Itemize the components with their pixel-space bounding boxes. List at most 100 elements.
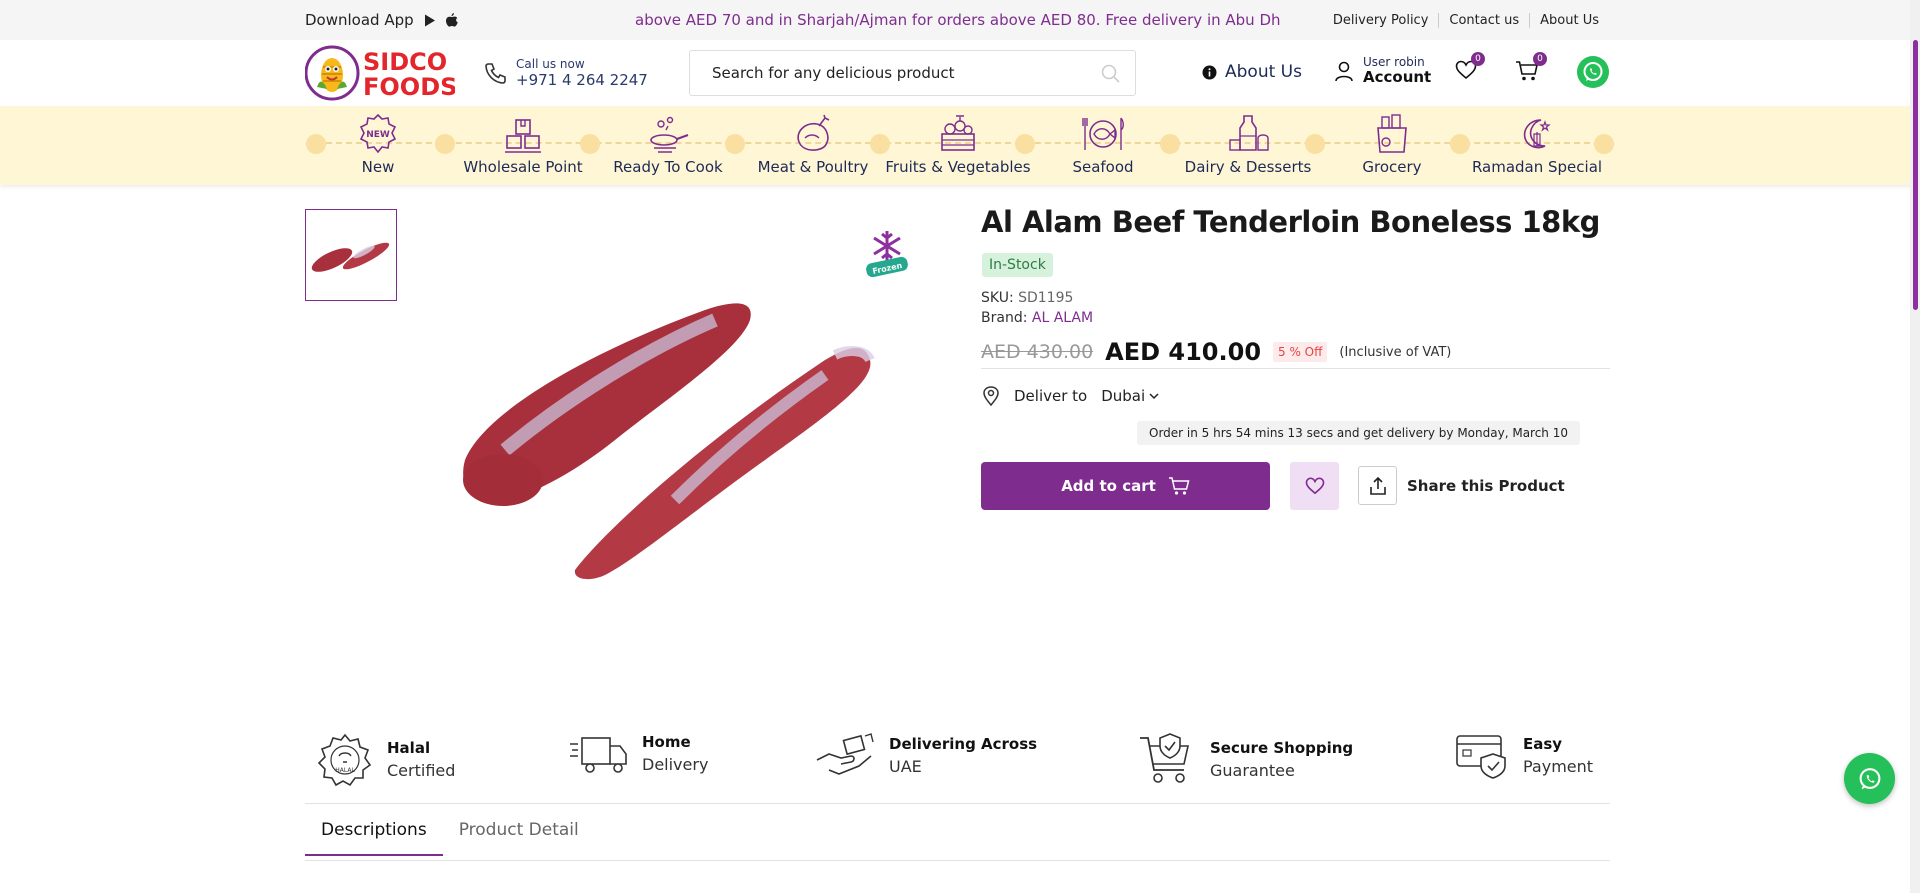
share-product-button[interactable]: Share this Product: [1358, 466, 1565, 505]
feature-payment-sub: Payment: [1523, 757, 1594, 776]
product-tabs: Descriptions Product Detail: [305, 806, 595, 856]
city-value: Dubai: [1101, 387, 1146, 405]
phone-icon: [485, 63, 506, 84]
tabs-divider: [305, 860, 1610, 861]
whatsapp-float-button[interactable]: [1844, 753, 1895, 804]
delivery-policy-link[interactable]: Delivery Policy: [1323, 13, 1439, 28]
account-label: Account: [1363, 68, 1432, 86]
wishlist-button[interactable]: 0: [1455, 52, 1485, 84]
category-ready-to-cook[interactable]: Ready To Cook: [593, 112, 743, 176]
svg-text:NEW: NEW: [366, 130, 390, 140]
location-pin-icon: [983, 386, 999, 406]
secure-cart-icon: [1140, 733, 1189, 783]
dairy-icon: [1229, 115, 1269, 151]
brand-link[interactable]: AL ALAM: [1032, 310, 1093, 326]
frozen-product-badge: Frozen: [862, 228, 912, 286]
scrollbar-thumb[interactable]: [1913, 40, 1918, 310]
about-us-link[interactable]: About Us: [1529, 13, 1609, 28]
category-seafood-label: Seafood: [1072, 158, 1134, 176]
feature-halal-title: Halal: [387, 739, 431, 757]
share-label: Share this Product: [1407, 476, 1565, 495]
top-links: Delivery Policy Contact us About Us: [1323, 13, 1609, 28]
new-badge-icon: NEW: [359, 113, 397, 154]
features-divider: [305, 803, 1610, 804]
feature-payment-title: Easy: [1523, 735, 1563, 753]
category-ramadan-label: Ramadan Special: [1471, 158, 1603, 176]
cart-icon: [1168, 477, 1190, 495]
whatsapp-header-button[interactable]: [1577, 56, 1609, 88]
call-label: Call us now: [516, 57, 585, 71]
fish-plate-icon: [1082, 117, 1124, 150]
category-grocery[interactable]: Grocery: [1317, 112, 1467, 176]
deliver-to: Deliver to Dubai: [982, 386, 1159, 406]
price-row: AED 430.00 AED 410.00 5 % Off (Inclusive…: [981, 338, 1451, 366]
chevron-down-icon: [1149, 393, 1159, 400]
page: Download App above AED 70 and in Sharjah…: [0, 0, 1920, 893]
download-app-label: Download App: [305, 11, 414, 29]
about-us-button[interactable]: About Us: [1202, 62, 1302, 82]
category-new-label: New: [361, 158, 395, 176]
current-price: AED 410.00: [1105, 338, 1262, 366]
boxes-icon: [505, 119, 541, 153]
info-icon: [1202, 65, 1217, 79]
category-wholesale-point[interactable]: Wholesale Point: [448, 112, 598, 176]
brand-row: Brand: AL ALAM: [981, 310, 1093, 326]
feature-easy-payment: Easy Payment: [1455, 732, 1593, 780]
user-icon: [1335, 61, 1353, 82]
download-app: Download App: [305, 11, 458, 29]
category-wholesale-label: Wholesale Point: [463, 158, 583, 176]
category-dairy-desserts[interactable]: Dairy & Desserts: [1173, 112, 1323, 176]
add-to-wishlist-button[interactable]: [1290, 462, 1339, 510]
whatsapp-icon: [1859, 767, 1880, 789]
sku-row: SKU: SD1195: [981, 290, 1073, 306]
feature-delivery-title: Home: [642, 733, 691, 751]
feature-halal: HALAL Halal Certified: [317, 732, 455, 788]
discount-badge: 5 % Off: [1273, 342, 1328, 362]
cart-count: 0: [1533, 52, 1547, 66]
tab-product-detail[interactable]: Product Detail: [443, 806, 595, 856]
apple-icon[interactable]: [445, 13, 458, 27]
category-meat-poultry-label: Meat & Poultry: [757, 158, 869, 176]
feature-secure-shopping: Secure Shopping Guarantee: [1138, 732, 1353, 788]
search-icon[interactable]: [1101, 64, 1121, 84]
call-number[interactable]: +971 4 264 2247: [516, 71, 648, 89]
category-seafood[interactable]: Seafood: [1028, 112, 1178, 176]
category-fruits-vegetables[interactable]: Fruits & Vegetables: [883, 112, 1033, 176]
product-thumbnail[interactable]: [305, 209, 397, 301]
city-select[interactable]: Dubai: [1101, 387, 1159, 405]
feature-delivering-across: Delivering Across UAE: [815, 732, 1037, 780]
feature-secure-sub: Guarantee: [1210, 761, 1295, 780]
feature-secure-title: Secure Shopping: [1210, 739, 1354, 757]
share-icon: [1369, 476, 1386, 495]
vat-note: (Inclusive of VAT): [1339, 344, 1452, 360]
grocery-bag-icon: [1377, 114, 1407, 153]
google-play-icon[interactable]: [424, 14, 436, 27]
tab-descriptions[interactable]: Descriptions: [305, 806, 443, 856]
category-nav: NEW New Wholesale Point Ready To Cook Me…: [0, 106, 1920, 185]
add-to-cart-button[interactable]: Add to cart: [981, 462, 1270, 510]
feature-across-title: Delivering Across: [889, 735, 1038, 753]
feature-home-delivery: Home Delivery: [568, 732, 708, 776]
search-input[interactable]: [712, 64, 1072, 82]
crescent-icon: [1523, 119, 1551, 149]
hand-package-icon: [816, 733, 874, 775]
sku-value: SD1195: [1018, 290, 1074, 306]
old-price: AED 430.00: [981, 341, 1094, 363]
chicken-icon: [797, 114, 830, 151]
sidco-logo[interactable]: SIDCO FOODS: [304, 45, 457, 101]
stock-badge: In-Stock: [982, 253, 1053, 277]
contact-us-link[interactable]: Contact us: [1438, 13, 1529, 28]
category-meat-poultry[interactable]: Meat & Poultry: [738, 112, 888, 176]
category-ready-to-cook-label: Ready To Cook: [613, 158, 723, 176]
share-icon-box: [1358, 466, 1397, 505]
category-new[interactable]: NEW New: [303, 112, 453, 176]
brand-label: Brand:: [981, 310, 1028, 326]
call-us[interactable]: Call us now +971 4 264 2247: [484, 57, 648, 89]
svg-text:HALAL: HALAL: [335, 767, 355, 774]
about-us-label: About Us: [1225, 62, 1302, 82]
snowflake-icon: Frozen: [866, 231, 908, 278]
category-fruits-vegetables-label: Fruits & Vegetables: [885, 158, 1031, 176]
account-button[interactable]: User robin Account: [1333, 56, 1431, 86]
category-ramadan-special[interactable]: Ramadan Special: [1462, 112, 1612, 176]
cart-button[interactable]: 0: [1515, 52, 1547, 86]
